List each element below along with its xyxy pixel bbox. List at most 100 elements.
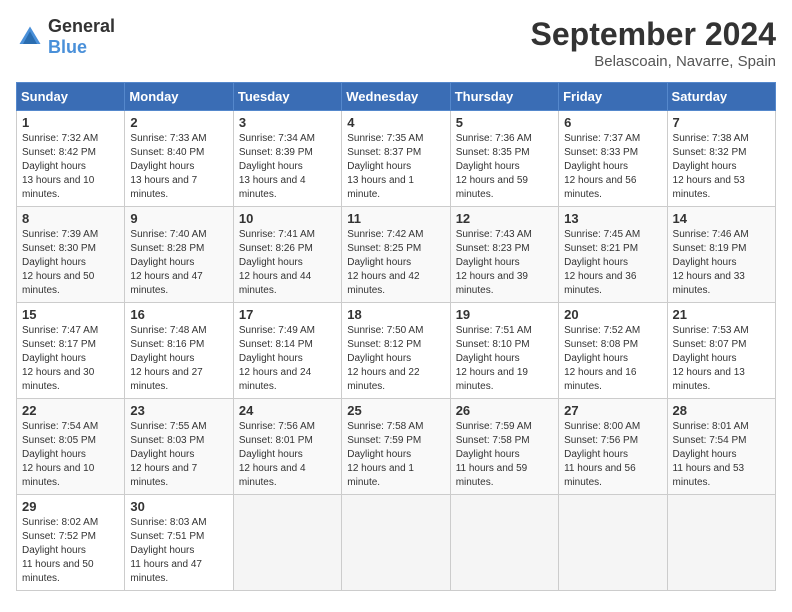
day-info: Sunrise: 8:02 AMSunset: 7:52 PMDaylight … [22,516,119,586]
day-number: 21 [673,307,770,322]
calendar-cell: 24Sunrise: 7:56 AMSunset: 8:01 PMDayligh… [233,399,341,495]
day-info: Sunrise: 7:56 AMSunset: 8:01 PMDaylight … [239,420,336,490]
day-info: Sunrise: 7:32 AMSunset: 8:42 PMDaylight … [22,132,119,202]
calendar-cell: 16 Sunrise: 7:48 AMSunset: 8:16 PMDayligh… [125,303,233,399]
calendar-cell: 5Sunrise: 7:36 AMSunset: 8:35 PMDaylight… [450,111,558,207]
calendar-cell: 25 Sunrise: 7:58 AMSunset: 7:59 PMDayligh… [342,399,450,495]
day-number: 22 [22,403,119,418]
day-number: 12 [456,211,553,226]
day-number: 3 [239,115,336,130]
day-info: Sunrise: 8:03 AMSunset: 7:51 PMDaylight … [130,516,227,586]
day-info: Sunrise: 7:48 AMSunset: 8:16 PMDaylight … [130,324,227,394]
day-number: 26 [456,403,553,418]
day-number: 2 [130,115,227,130]
calendar-cell: 15 Sunrise: 7:47 AMSunset: 8:17 PMDayligh… [17,303,125,399]
day-number: 6 [564,115,661,130]
day-info: Sunrise: 7:34 AMSunset: 8:39 PMDaylight … [239,132,336,202]
day-info: Sunrise: 7:43 AMSunset: 8:23 PMDaylight … [456,228,553,298]
calendar-cell: 13Sunrise: 7:45 AMSunset: 8:21 PMDayligh… [559,207,667,303]
day-info: Sunrise: 7:52 AMSunset: 8:08 PMDaylight … [564,324,661,394]
calendar-cell: 6 Sunrise: 7:37 AMSunset: 8:33 PMDaylight… [559,111,667,207]
logo-blue: Blue [48,37,87,57]
day-info: Sunrise: 7:46 AMSunset: 8:19 PMDaylight … [673,228,770,298]
day-number: 8 [22,211,119,226]
calendar-table: SundayMondayTuesdayWednesdayThursdayFrid… [16,82,776,591]
calendar-cell: 2 Sunrise: 7:33 AMSunset: 8:40 PMDaylight… [125,111,233,207]
calendar-cell: 1 Sunrise: 7:32 AMSunset: 8:42 PMDaylight… [17,111,125,207]
calendar-cell: 14 Sunrise: 7:46 AMSunset: 8:19 PMDayligh… [667,207,775,303]
calendar-cell: 26Sunrise: 7:59 AMSunset: 7:58 PMDayligh… [450,399,558,495]
day-info: Sunrise: 7:53 AMSunset: 8:07 PMDaylight … [673,324,770,394]
day-number: 14 [673,211,770,226]
calendar-day-header: Tuesday [233,83,341,111]
day-number: 4 [347,115,444,130]
logo-text: General Blue [48,16,115,58]
day-number: 11 [347,211,444,226]
calendar-week-row: 29 Sunrise: 8:02 AMSunset: 7:52 PMDayligh… [17,495,776,591]
day-number: 10 [239,211,336,226]
day-number: 20 [564,307,661,322]
calendar-week-row: 15 Sunrise: 7:47 AMSunset: 8:17 PMDayligh… [17,303,776,399]
day-number: 30 [130,499,227,514]
calendar-body: 1 Sunrise: 7:32 AMSunset: 8:42 PMDaylight… [17,111,776,591]
calendar-cell: 8 Sunrise: 7:39 AMSunset: 8:30 PMDaylight… [17,207,125,303]
calendar-cell: 21 Sunrise: 7:53 AMSunset: 8:07 PMDayligh… [667,303,775,399]
calendar-cell: 4 Sunrise: 7:35 AMSunset: 8:37 PMDaylight… [342,111,450,207]
day-number: 25 [347,403,444,418]
day-info: Sunrise: 7:55 AMSunset: 8:03 PMDaylight … [130,420,227,490]
calendar-cell: 7Sunrise: 7:38 AMSunset: 8:32 PMDaylight… [667,111,775,207]
day-number: 23 [130,403,227,418]
calendar-cell [559,495,667,591]
day-info: Sunrise: 7:47 AMSunset: 8:17 PMDaylight … [22,324,119,394]
day-info: Sunrise: 7:51 AMSunset: 8:10 PMDaylight … [456,324,553,394]
calendar-cell: 10 Sunrise: 7:41 AMSunset: 8:26 PMDayligh… [233,207,341,303]
calendar-cell: 12 Sunrise: 7:43 AMSunset: 8:23 PMDayligh… [450,207,558,303]
day-number: 16 [130,307,227,322]
day-number: 28 [673,403,770,418]
day-info: Sunrise: 7:39 AMSunset: 8:30 PMDaylight … [22,228,119,298]
calendar-header-row: SundayMondayTuesdayWednesdayThursdayFrid… [17,83,776,111]
day-number: 1 [22,115,119,130]
day-info: Sunrise: 7:36 AMSunset: 8:35 PMDaylight … [456,132,553,202]
calendar-day-header: Sunday [17,83,125,111]
day-number: 29 [22,499,119,514]
calendar-cell: 28Sunrise: 8:01 AMSunset: 7:54 PMDayligh… [667,399,775,495]
calendar-cell: 22 Sunrise: 7:54 AMSunset: 8:05 PMDayligh… [17,399,125,495]
day-number: 7 [673,115,770,130]
calendar-cell: 23 Sunrise: 7:55 AMSunset: 8:03 PMDayligh… [125,399,233,495]
calendar-cell: 3 Sunrise: 7:34 AMSunset: 8:39 PMDaylight… [233,111,341,207]
day-number: 18 [347,307,444,322]
logo-general: General [48,16,115,36]
day-number: 27 [564,403,661,418]
day-info: Sunrise: 7:54 AMSunset: 8:05 PMDaylight … [22,420,119,490]
calendar-cell [667,495,775,591]
calendar-cell [342,495,450,591]
day-number: 15 [22,307,119,322]
calendar-cell: 17Sunrise: 7:49 AMSunset: 8:14 PMDayligh… [233,303,341,399]
day-info: Sunrise: 7:33 AMSunset: 8:40 PMDaylight … [130,132,227,202]
day-number: 13 [564,211,661,226]
calendar-cell [233,495,341,591]
day-info: Sunrise: 7:41 AMSunset: 8:26 PMDaylight … [239,228,336,298]
calendar-cell [450,495,558,591]
day-number: 19 [456,307,553,322]
day-info: Sunrise: 8:00 AMSunset: 7:56 PMDaylight … [564,420,661,490]
day-info: Sunrise: 7:37 AMSunset: 8:33 PMDaylight … [564,132,661,202]
day-info: Sunrise: 7:58 AMSunset: 7:59 PMDaylight … [347,420,444,490]
calendar-week-row: 22 Sunrise: 7:54 AMSunset: 8:05 PMDayligh… [17,399,776,495]
logo-icon [16,23,44,51]
logo: General Blue [16,16,115,58]
day-number: 9 [130,211,227,226]
calendar-day-header: Friday [559,83,667,111]
day-info: Sunrise: 7:50 AMSunset: 8:12 PMDaylight … [347,324,444,394]
calendar-week-row: 1 Sunrise: 7:32 AMSunset: 8:42 PMDaylight… [17,111,776,207]
calendar-day-header: Thursday [450,83,558,111]
calendar-day-header: Wednesday [342,83,450,111]
calendar-cell: 20 Sunrise: 7:52 AMSunset: 8:08 PMDayligh… [559,303,667,399]
day-info: Sunrise: 7:35 AMSunset: 8:37 PMDaylight … [347,132,444,202]
calendar-cell: 19 Sunrise: 7:51 AMSunset: 8:10 PMDayligh… [450,303,558,399]
calendar-day-header: Monday [125,83,233,111]
calendar-cell: 9 Sunrise: 7:40 AMSunset: 8:28 PMDaylight… [125,207,233,303]
day-info: Sunrise: 7:40 AMSunset: 8:28 PMDaylight … [130,228,227,298]
day-info: Sunrise: 7:49 AMSunset: 8:14 PMDaylight … [239,324,336,394]
